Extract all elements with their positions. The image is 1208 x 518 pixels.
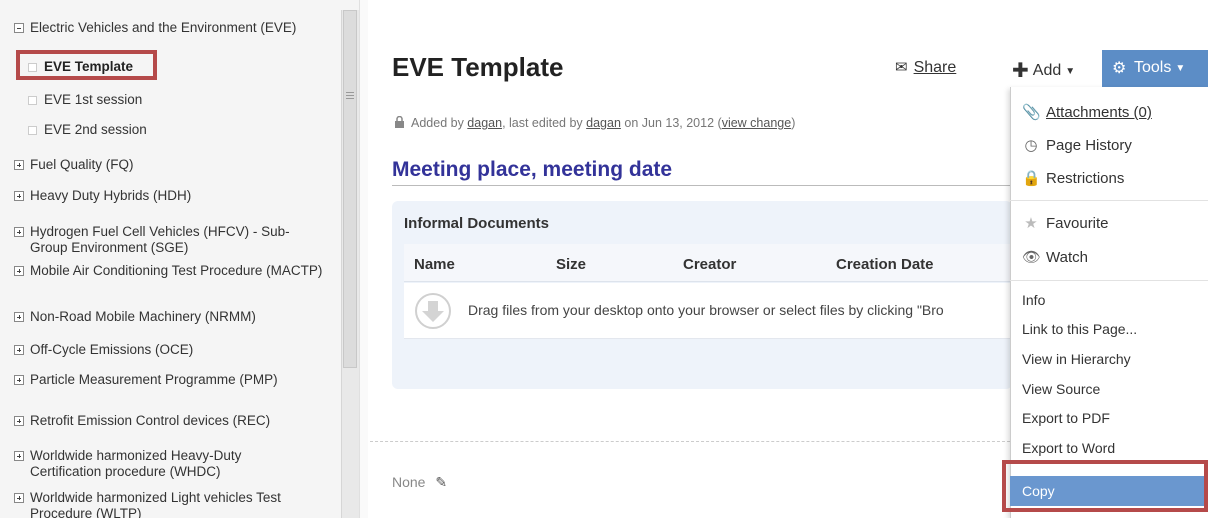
author-link[interactable]: dagan [467, 116, 502, 130]
panel-title: Informal Documents [404, 215, 550, 232]
tree-item-whdc[interactable]: Worldwide harmonized Heavy-Duty Certific… [14, 448, 310, 480]
menu-item-attachments[interactable]: 📎 Attachments (0) [1022, 103, 1152, 121]
editor-link[interactable]: dagan [586, 116, 621, 130]
expand-icon[interactable] [14, 375, 24, 385]
menu-item-export-pdf[interactable]: Export to PDF [1022, 410, 1110, 426]
content-divider [370, 441, 1010, 442]
tree-item-eve-2nd-session[interactable]: EVE 2nd session [28, 122, 147, 138]
page-metadata: Added by dagan, last edited by dagan on … [394, 116, 795, 130]
add-plus-icon: ✚ [1012, 60, 1029, 82]
tree-item-hfcv[interactable]: Hydrogen Fuel Cell Vehicles (HFCV) - Sub… [14, 224, 320, 256]
history-clock-icon: ◷ [1024, 137, 1038, 154]
menu-item-info[interactable]: Info [1022, 292, 1045, 308]
menu-item-watch[interactable]: 👁 Watch [1022, 248, 1088, 266]
expand-icon[interactable] [14, 227, 24, 237]
menu-item-link-to-page[interactable]: Link to this Page... [1022, 321, 1137, 337]
labels-section: None ✎ [392, 474, 448, 490]
heading-rule [392, 185, 1012, 186]
tree-item-eve-1st-session[interactable]: EVE 1st session [28, 92, 142, 108]
pencil-edit-icon[interactable]: ✎ [435, 474, 447, 490]
expand-icon[interactable] [14, 451, 24, 461]
menu-separator [1010, 200, 1208, 201]
watch-eye-icon: 👁 [1022, 249, 1042, 266]
tree-item-eve[interactable]: Electric Vehicles and the Environment (E… [14, 20, 314, 36]
envelope-icon: ✉ [895, 59, 908, 76]
collapse-icon[interactable] [14, 23, 24, 33]
expand-icon[interactable] [14, 160, 24, 170]
expand-icon[interactable] [14, 416, 24, 426]
add-menu-button[interactable]: ✚ Add ▼ [1012, 58, 1075, 83]
gear-icon: ⚙ [1112, 60, 1127, 77]
tree-item-wltp[interactable]: Worldwide harmonized Light vehicles Test… [14, 490, 320, 518]
resize-grip-icon[interactable] [346, 92, 354, 100]
tree-item-pmp[interactable]: Particle Measurement Programme (PMP) [14, 372, 310, 388]
column-header-name[interactable]: Name [414, 256, 455, 273]
tree-item-rec[interactable]: Retrofit Emission Control devices (REC) [14, 413, 270, 429]
page-leaf-icon [28, 96, 37, 105]
page-title: EVE Template [392, 52, 564, 82]
tools-menu-button[interactable]: ⚙ Tools ▼ [1102, 50, 1208, 87]
expand-icon[interactable] [14, 493, 24, 503]
menu-item-view-source[interactable]: View Source [1022, 381, 1100, 397]
column-header-creator[interactable]: Creator [683, 256, 736, 273]
menu-separator [1010, 280, 1208, 281]
highlight-box [1002, 460, 1208, 512]
tree-item-nrmm[interactable]: Non-Road Mobile Machinery (NRMM) [14, 309, 256, 325]
menu-item-view-in-hierarchy[interactable]: View in Hierarchy [1022, 351, 1131, 367]
page-tree-sidebar: Electric Vehicles and the Environment (E… [0, 0, 360, 518]
menu-item-favourite[interactable]: ★ Favourite [1022, 214, 1108, 232]
view-change-link[interactable]: view change [722, 116, 792, 130]
expand-icon[interactable] [14, 345, 24, 355]
lock-icon: 🔒 [1022, 170, 1041, 187]
sidebar-scrollbar-thumb[interactable] [343, 10, 357, 368]
page-leaf-icon [28, 126, 37, 135]
column-header-creation-date[interactable]: Creation Date [836, 256, 934, 273]
menu-item-export-word[interactable]: Export to Word [1022, 440, 1115, 456]
column-header-size[interactable]: Size [556, 256, 586, 273]
download-arrow-icon [415, 293, 451, 329]
tree-item-fq[interactable]: Fuel Quality (FQ) [14, 157, 134, 173]
expand-icon[interactable] [14, 191, 24, 201]
drop-zone-text: Drag files from your desktop onto your b… [468, 302, 944, 318]
highlight-box [16, 50, 157, 80]
menu-item-page-history[interactable]: ◷ Page History [1022, 136, 1131, 154]
chevron-down-icon: ▼ [1175, 63, 1186, 74]
lock-icon [395, 116, 404, 128]
menu-item-restrictions[interactable]: 🔒 Restrictions [1022, 169, 1124, 187]
section-heading: Meeting place, meeting date [392, 158, 673, 181]
tree-item-hdh[interactable]: Heavy Duty Hybrids (HDH) [14, 188, 191, 204]
share-button[interactable]: ✉ Share [895, 58, 956, 77]
expand-icon[interactable] [14, 266, 24, 276]
sidebar-splitter[interactable] [359, 0, 368, 518]
tree-item-oce[interactable]: Off-Cycle Emissions (OCE) [14, 342, 193, 358]
star-icon: ★ [1024, 215, 1038, 232]
chevron-down-icon: ▼ [1065, 66, 1076, 77]
tree-item-mactp[interactable]: Mobile Air Conditioning Test Procedure (… [14, 263, 330, 279]
paperclip-icon: 📎 [1022, 104, 1041, 121]
expand-icon[interactable] [14, 312, 24, 322]
